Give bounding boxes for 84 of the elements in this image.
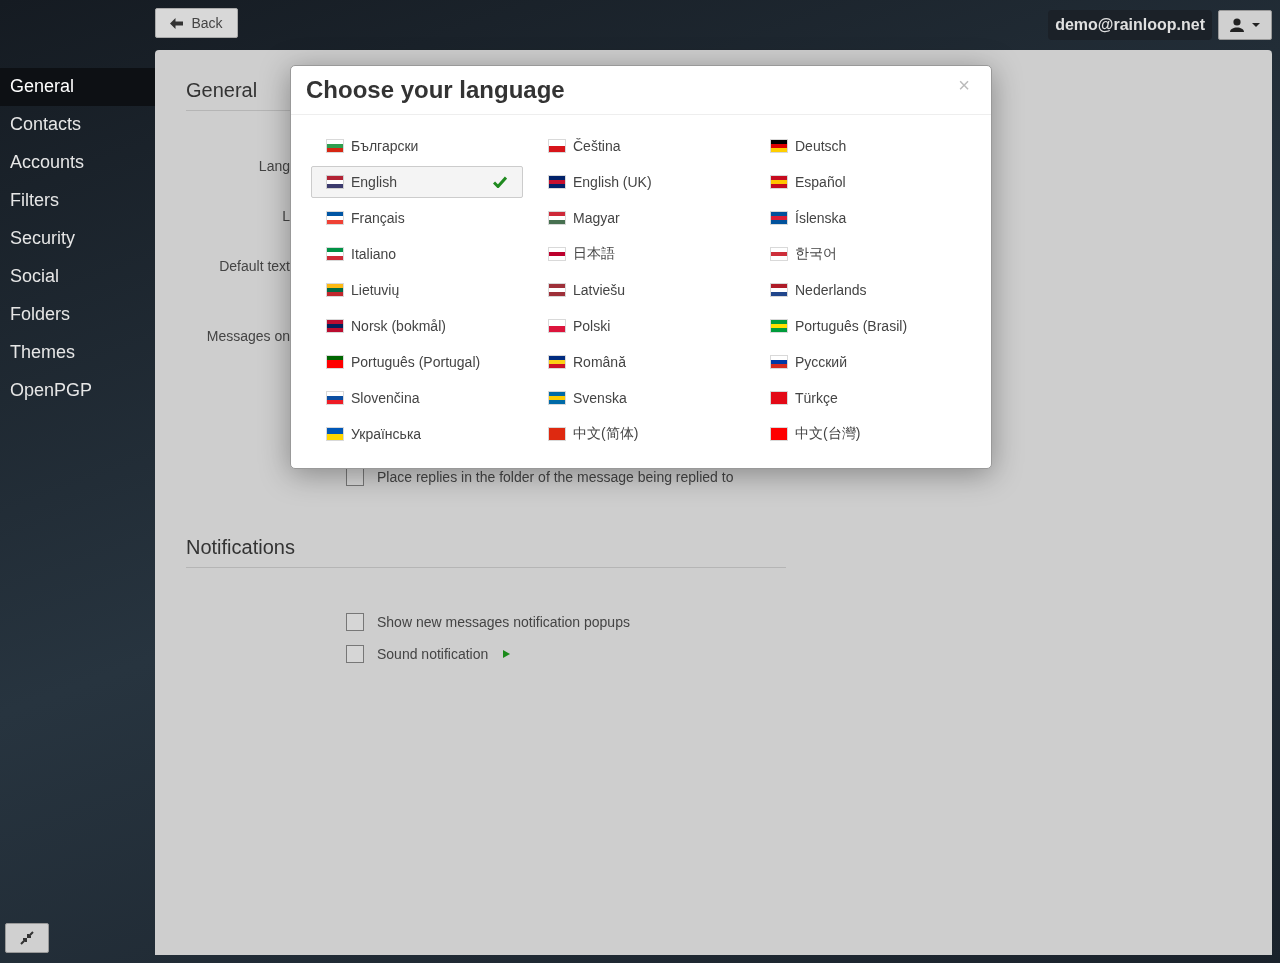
language-option[interactable]: Português (Brasil) bbox=[755, 310, 967, 342]
flag-icon bbox=[327, 428, 343, 440]
flag-icon bbox=[549, 392, 565, 404]
flag-icon bbox=[549, 320, 565, 332]
sidebar-item[interactable]: Social bbox=[0, 258, 155, 296]
flag-icon bbox=[327, 356, 343, 368]
flag-icon bbox=[771, 140, 787, 152]
flag-icon bbox=[549, 248, 565, 260]
collapse-icon bbox=[20, 931, 34, 945]
checkmark-icon bbox=[493, 176, 507, 188]
language-option[interactable]: Română bbox=[533, 346, 745, 378]
field-label: Lang bbox=[258, 158, 290, 174]
language-option[interactable]: Italiano bbox=[311, 238, 523, 270]
flag-icon bbox=[549, 176, 565, 188]
flag-icon bbox=[771, 284, 787, 296]
flag-icon bbox=[327, 176, 343, 188]
field-label: Default text bbox=[219, 258, 290, 274]
language-option[interactable]: 한국어 bbox=[755, 238, 967, 270]
language-option[interactable]: Slovenčina bbox=[311, 382, 523, 414]
language-option[interactable]: Čeština bbox=[533, 130, 745, 162]
play-icon[interactable] bbox=[503, 650, 511, 658]
account-email: demo@rainloop.net bbox=[1048, 10, 1212, 40]
language-option[interactable]: Русский bbox=[755, 346, 967, 378]
flag-icon bbox=[771, 320, 787, 332]
flag-icon bbox=[549, 284, 565, 296]
field-label: L bbox=[282, 208, 290, 224]
field-label: Messages on bbox=[206, 328, 290, 344]
flag-icon bbox=[549, 140, 565, 152]
sidebar-item[interactable]: OpenPGP bbox=[0, 372, 155, 410]
language-option[interactable]: Українська bbox=[311, 418, 523, 450]
flag-icon bbox=[327, 392, 343, 404]
language-option[interactable]: 日本語 bbox=[533, 238, 745, 270]
flag-icon bbox=[771, 212, 787, 224]
language-option[interactable]: Polski bbox=[533, 310, 745, 342]
checkbox-label: Show new messages notification popups bbox=[377, 614, 630, 630]
user-icon bbox=[1230, 18, 1260, 32]
language-option[interactable]: English (UK) bbox=[533, 166, 745, 198]
flag-icon bbox=[771, 428, 787, 440]
language-option[interactable]: Português (Portugal) bbox=[311, 346, 523, 378]
language-option[interactable]: 中文(简体) bbox=[533, 418, 745, 450]
sidebar-item[interactable]: General bbox=[0, 68, 155, 106]
sidebar-item[interactable]: Folders bbox=[0, 296, 155, 334]
flag-icon bbox=[771, 248, 787, 260]
language-option[interactable]: Español bbox=[755, 166, 967, 198]
language-option[interactable]: Norsk (bokmål) bbox=[311, 310, 523, 342]
language-option[interactable]: Íslenska bbox=[755, 202, 967, 234]
flag-icon bbox=[327, 140, 343, 152]
flag-icon bbox=[549, 428, 565, 440]
sidebar-item[interactable]: Accounts bbox=[0, 144, 155, 182]
flag-icon bbox=[327, 248, 343, 260]
language-option[interactable]: Français bbox=[311, 202, 523, 234]
language-option[interactable]: Nederlands bbox=[755, 274, 967, 306]
back-button[interactable]: Back bbox=[155, 8, 238, 38]
flag-icon bbox=[327, 284, 343, 296]
sidebar-item[interactable]: Contacts bbox=[0, 106, 155, 144]
flag-icon bbox=[771, 392, 787, 404]
language-option[interactable]: Български bbox=[311, 130, 523, 162]
section-heading: General bbox=[186, 78, 258, 102]
checkbox-label: Sound notification bbox=[377, 646, 489, 662]
language-option[interactable]: 中文(台灣) bbox=[755, 418, 967, 450]
checkbox[interactable] bbox=[346, 645, 364, 663]
language-option[interactable]: Lietuvių bbox=[311, 274, 523, 306]
collapse-button[interactable] bbox=[5, 923, 49, 953]
language-option[interactable]: Svenska bbox=[533, 382, 745, 414]
checkbox[interactable] bbox=[346, 613, 364, 631]
language-option[interactable]: Latviešu bbox=[533, 274, 745, 306]
flag-icon bbox=[549, 212, 565, 224]
dialog-title: Choose your language bbox=[306, 76, 566, 104]
language-option[interactable]: Deutsch bbox=[755, 130, 967, 162]
flag-icon bbox=[771, 356, 787, 368]
section-heading: Notifications bbox=[186, 535, 295, 559]
flag-icon bbox=[327, 212, 343, 224]
language-option[interactable]: Magyar bbox=[533, 202, 745, 234]
flag-icon bbox=[327, 320, 343, 332]
language-option[interactable]: Türkçe bbox=[755, 382, 967, 414]
language-option[interactable]: English bbox=[311, 166, 523, 198]
back-arrow-icon bbox=[170, 17, 184, 29]
flag-icon bbox=[771, 176, 787, 188]
user-menu-button[interactable] bbox=[1218, 10, 1272, 40]
checkbox-label: Place replies in the folder of the message being replied to bbox=[377, 469, 734, 485]
flag-icon bbox=[549, 356, 565, 368]
sidebar-item[interactable]: Filters bbox=[0, 182, 155, 220]
sidebar-item[interactable]: Security bbox=[0, 220, 155, 258]
sidebar-item[interactable]: Themes bbox=[0, 334, 155, 372]
